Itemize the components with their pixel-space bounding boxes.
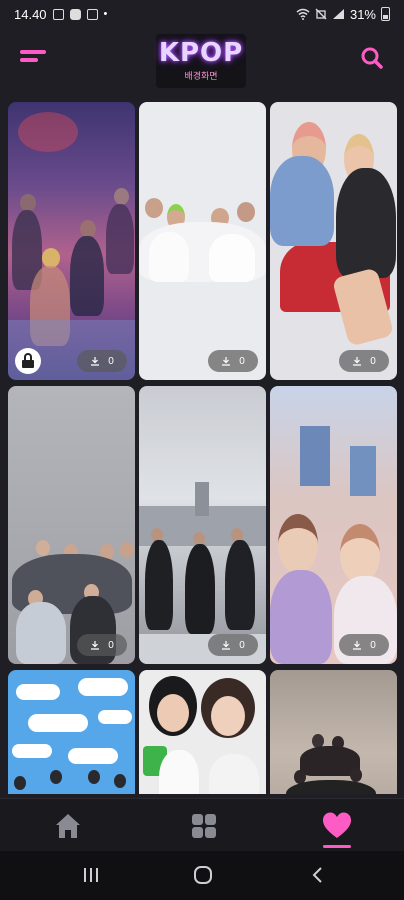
- download-count: 0: [239, 639, 245, 651]
- wallpaper-image: [8, 386, 135, 664]
- wallpaper-image: [270, 386, 397, 664]
- wallpaper-image: [139, 670, 266, 794]
- wallpaper-image: [8, 102, 135, 380]
- download-icon: [91, 641, 100, 650]
- logo-subtitle: 배경화면: [184, 72, 218, 82]
- download-count-badge: 0: [77, 634, 127, 656]
- logo-title: KPOP: [158, 38, 244, 68]
- app-logo: KPOP 배경화면: [156, 34, 246, 88]
- active-tab-indicator: [323, 845, 351, 848]
- wifi-icon: [296, 8, 310, 20]
- wallpaper-card[interactable]: [270, 670, 397, 794]
- menu-button[interactable]: [20, 50, 46, 66]
- status-dot: •: [103, 8, 108, 20]
- wallpaper-card[interactable]: 0: [139, 102, 266, 380]
- recents-icon[interactable]: [82, 866, 100, 884]
- system-navigation-bar: [0, 851, 404, 900]
- wallpaper-card[interactable]: 0: [270, 386, 397, 664]
- bottom-navigation: [0, 798, 404, 851]
- download-count: 0: [108, 639, 114, 651]
- wallpaper-card[interactable]: 0: [8, 386, 135, 664]
- silent-icon: [315, 8, 327, 20]
- wallpaper-card[interactable]: [8, 670, 135, 794]
- wallpaper-card[interactable]: 0: [270, 102, 397, 380]
- download-count-badge: 0: [208, 634, 258, 656]
- download-count-badge: 0: [208, 350, 258, 372]
- signal-icon: [332, 9, 344, 19]
- download-count-badge: 0: [77, 350, 127, 372]
- wallpaper-image: [270, 670, 397, 794]
- wallpaper-card[interactable]: 0: [8, 102, 135, 380]
- download-icon: [222, 357, 231, 366]
- status-bar: 14.40 • 31%: [0, 0, 404, 28]
- download-count-badge: 0: [339, 350, 389, 372]
- menu-icon-line: [20, 58, 38, 62]
- nav-categories[interactable]: [189, 811, 219, 841]
- download-count: 0: [108, 355, 114, 367]
- search-icon: [361, 47, 383, 69]
- battery-percent: 31%: [349, 6, 376, 22]
- download-icon: [222, 641, 231, 650]
- status-time: 14.40: [14, 6, 47, 22]
- battery-icon: [381, 7, 390, 21]
- wallpaper-image: [139, 102, 266, 380]
- lock-icon: [22, 353, 34, 368]
- youtube-notification-icon: [69, 8, 81, 20]
- nav-favorites[interactable]: [322, 811, 352, 841]
- download-icon: [353, 641, 362, 650]
- app-header: KPOP 배경화면: [0, 28, 404, 94]
- wallpaper-grid: 0 0 0 0 0 0: [8, 102, 398, 794]
- home-circle-icon[interactable]: [193, 865, 213, 885]
- download-count: 0: [370, 355, 376, 367]
- heart-icon: [323, 812, 351, 838]
- lock-badge: [15, 348, 41, 374]
- grid-icon: [192, 814, 216, 838]
- wallpaper-card[interactable]: [139, 670, 266, 794]
- wallpaper-image: [139, 386, 266, 664]
- menu-icon-line: [20, 50, 46, 54]
- back-icon[interactable]: [310, 866, 326, 884]
- search-button[interactable]: [360, 46, 384, 70]
- nav-home[interactable]: [53, 811, 83, 841]
- download-count-badge: 0: [339, 634, 389, 656]
- download-icon: [91, 357, 100, 366]
- download-count: 0: [239, 355, 245, 367]
- download-count: 0: [370, 639, 376, 651]
- download-icon: [353, 357, 362, 366]
- wallpaper-card[interactable]: 0: [139, 386, 266, 664]
- wallpaper-image: [270, 102, 397, 380]
- wallpaper-image: [8, 670, 135, 794]
- file-notification-icon: [86, 8, 98, 20]
- gallery-notification-icon: [52, 8, 64, 20]
- home-icon: [56, 814, 80, 838]
